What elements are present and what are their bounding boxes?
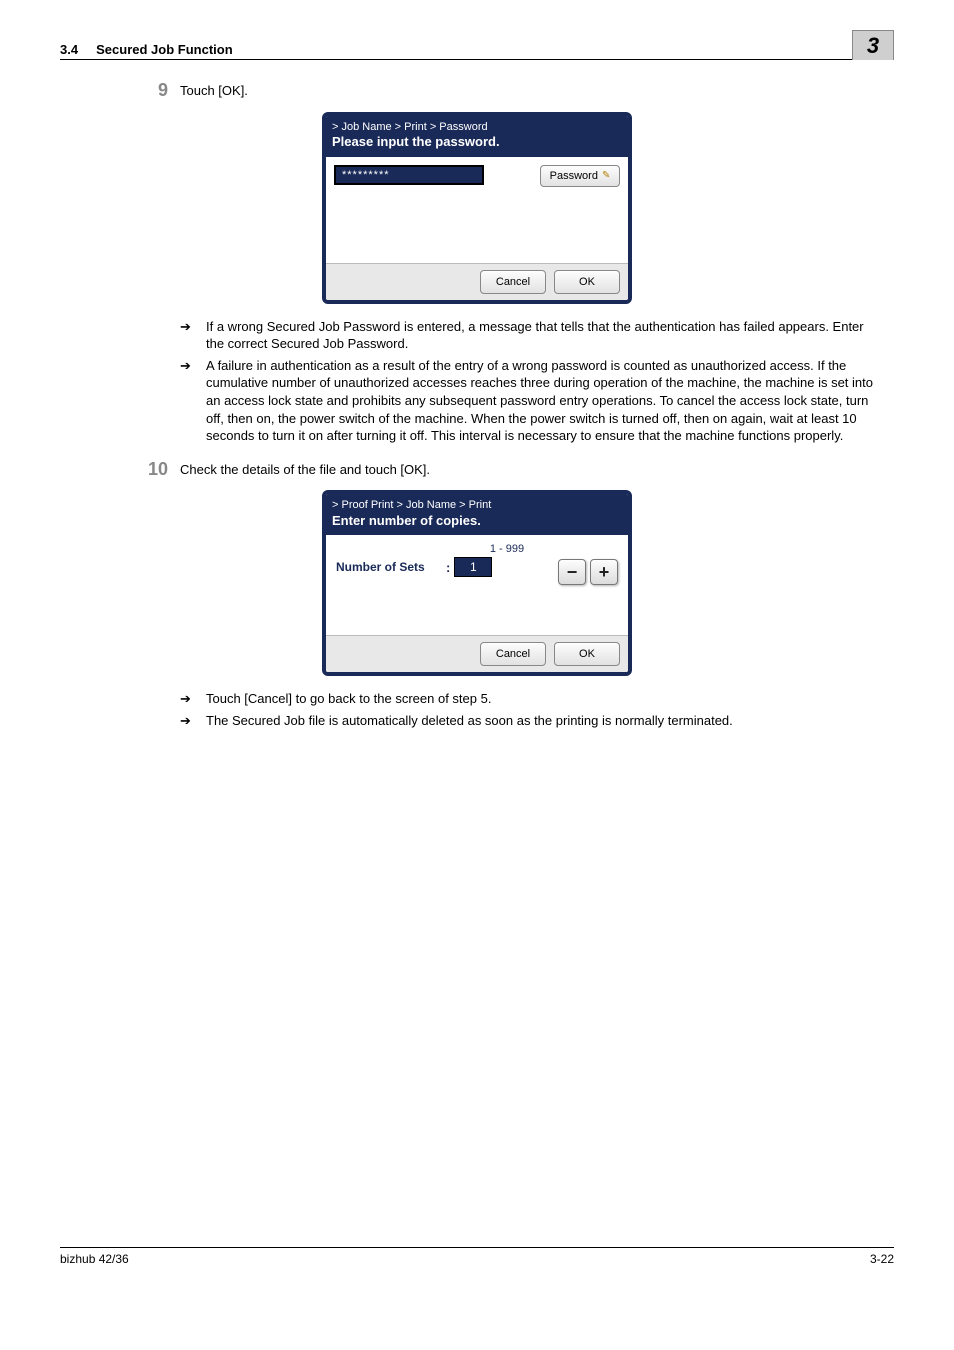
step-9: 9 Touch [OK]. <box>140 80 894 102</box>
page-footer: bizhub 42/36 3-22 <box>60 1247 894 1266</box>
plus-button[interactable]: + <box>590 559 618 585</box>
password-button-label: Password <box>550 170 598 182</box>
dialog-titlebar: > Proof Print > Job Name > Print Enter n… <box>326 494 628 535</box>
note-item: ➔ The Secured Job file is automatically … <box>180 712 874 730</box>
note-item: ➔ Touch [Cancel] to go back to the scree… <box>180 690 874 708</box>
step-text: Check the details of the file and touch … <box>180 459 894 481</box>
minus-button[interactable]: − <box>558 559 586 585</box>
note-text: Touch [Cancel] to go back to the screen … <box>206 690 874 708</box>
cancel-button[interactable]: Cancel <box>480 642 546 666</box>
dialog-titlebar: > Job Name > Print > Password Please inp… <box>326 116 628 157</box>
page-content: 3.4 Secured Job Function 3 9 Touch [OK].… <box>0 0 954 1290</box>
page-header: 3.4 Secured Job Function 3 <box>60 30 894 60</box>
note-text: The Secured Job file is automatically de… <box>206 712 874 730</box>
step-10: 10 Check the details of the file and tou… <box>140 459 894 481</box>
footer-page: 3-22 <box>870 1252 894 1266</box>
note-text: A failure in authentication as a result … <box>206 357 874 445</box>
step10-notes: ➔ Touch [Cancel] to go back to the scree… <box>180 690 874 729</box>
step9-notes: ➔ If a wrong Secured Job Password is ent… <box>180 318 874 445</box>
section-title: Secured Job Function <box>96 42 233 57</box>
password-dialog-figure: > Job Name > Print > Password Please inp… <box>60 112 894 304</box>
dialog-body: 1 - 999 Number of Sets : 1 − + <box>326 535 628 635</box>
footer-model: bizhub 42/36 <box>60 1252 129 1266</box>
section-heading: 3.4 Secured Job Function <box>60 42 852 57</box>
ok-button[interactable]: OK <box>554 642 620 666</box>
dialog-body: ********* Password ✎ <box>326 157 628 263</box>
note-item: ➔ A failure in authentication as a resul… <box>180 357 874 445</box>
password-field[interactable]: ********* <box>334 165 484 185</box>
dialog-prompt: Enter number of copies. <box>332 513 622 530</box>
step-number: 9 <box>140 80 180 102</box>
copies-value[interactable]: 1 <box>454 557 492 577</box>
breadcrumb: > Proof Print > Job Name > Print <box>332 498 622 512</box>
ok-button[interactable]: OK <box>554 270 620 294</box>
copies-dialog: > Proof Print > Job Name > Print Enter n… <box>322 490 632 676</box>
dialog-footer: Cancel OK <box>326 263 628 300</box>
chapter-tab: 3 <box>852 30 894 60</box>
section-number: 3.4 <box>60 42 78 57</box>
breadcrumb: > Job Name > Print > Password <box>332 120 622 134</box>
step-number: 10 <box>140 459 180 481</box>
colon: : <box>446 560 450 575</box>
password-button[interactable]: Password ✎ <box>540 165 620 187</box>
note-item: ➔ If a wrong Secured Job Password is ent… <box>180 318 874 353</box>
cancel-button[interactable]: Cancel <box>480 270 546 294</box>
pencil-icon: ✎ <box>602 170 610 181</box>
dialog-prompt: Please input the password. <box>332 134 622 151</box>
dialog-footer: Cancel OK <box>326 635 628 672</box>
note-text: If a wrong Secured Job Password is enter… <box>206 318 874 353</box>
arrow-icon: ➔ <box>180 690 206 708</box>
arrow-icon: ➔ <box>180 357 206 445</box>
range-label: 1 - 999 <box>396 543 618 555</box>
sets-label: Number of Sets <box>336 560 446 574</box>
step-text: Touch [OK]. <box>180 80 894 102</box>
arrow-icon: ➔ <box>180 712 206 730</box>
password-dialog: > Job Name > Print > Password Please inp… <box>322 112 632 304</box>
copies-dialog-figure: > Proof Print > Job Name > Print Enter n… <box>60 490 894 676</box>
stepper: − + <box>558 559 618 585</box>
arrow-icon: ➔ <box>180 318 206 353</box>
